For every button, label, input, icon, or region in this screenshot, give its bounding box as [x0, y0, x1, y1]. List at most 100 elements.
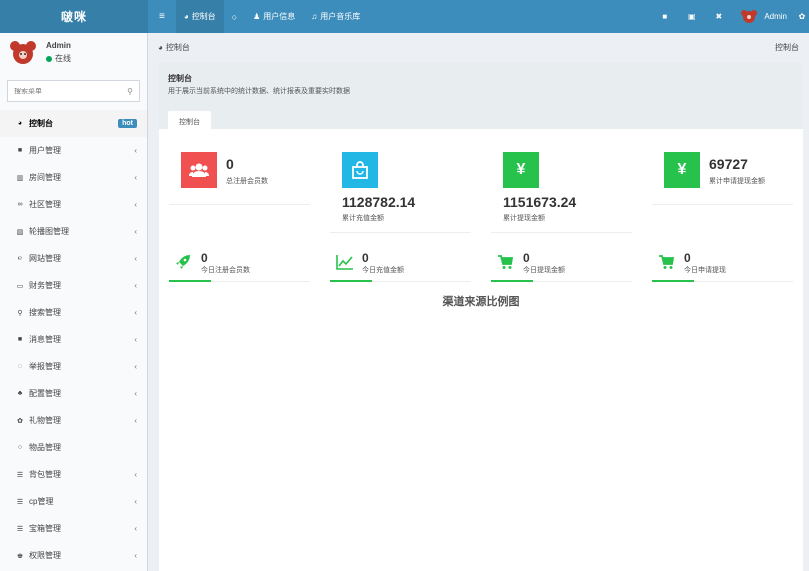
user-icon: ♟ — [253, 12, 261, 21]
chevron-left-icon: ‹ — [134, 497, 137, 506]
page-title: 控制台 — [168, 74, 192, 83]
chevron-left-icon: ‹ — [134, 551, 137, 560]
accent-underline — [169, 280, 211, 282]
today-stat-withdraw: 0 今日提现金额 — [481, 246, 642, 282]
today-stat-value: 0 — [523, 251, 530, 265]
page-description: 用于展示当前系统中的统计数据、统计报表及重要实时数据 — [168, 88, 350, 95]
trash-icon: ■ — [662, 12, 668, 21]
sidebar-item-messages[interactable]: ■ 消息管理 ‹ — [0, 326, 147, 353]
stats-row: 0 总注册会员数 1128782.14 累计充值金额 ¥ 1151673.24 … — [159, 152, 803, 234]
sidebar-user-name: Admin — [46, 41, 71, 50]
chevron-left-icon: ‹ — [134, 470, 137, 479]
breadcrumb: ◕ 控制台 控制台 — [148, 33, 809, 61]
hot-badge: hot — [118, 119, 137, 128]
search-icon[interactable]: ⚲ — [127, 87, 133, 96]
sidebar-item-website[interactable]: ℮ 网站管理 ‹ — [0, 245, 147, 272]
stat-label: 累计提现金额 — [503, 215, 545, 222]
sidebar-item-items[interactable]: ○ 物品管理 — [0, 434, 147, 461]
clear-cache-button[interactable]: ■ — [651, 0, 678, 33]
accent-underline — [491, 280, 533, 282]
top-right-tools: ■ ▣ ✖ Admin ✿ — [651, 0, 809, 33]
dashboard-icon: ◕ — [183, 12, 189, 21]
breadcrumb-right[interactable]: 控制台 — [775, 42, 799, 53]
cart-icon — [497, 254, 514, 273]
stat-value: 1151673.24 — [503, 194, 577, 210]
sidebar-item-gifts[interactable]: ✿ 礼物管理 ‹ — [0, 407, 147, 434]
top-nav: ≡ ◕ 控制台 ○ ♟ 用户信息 ♫ 用户音乐库 — [148, 0, 368, 33]
stat-label: 累计充值金额 — [342, 215, 384, 222]
sidebar: Admin 在线 ⚲ ◕ 控制台 hot ■ 用户管理 ‹ ▥ 房间管理 ‹ ∞… — [0, 33, 148, 571]
chevron-left-icon: ‹ — [134, 416, 137, 425]
top-navbar: 啵咪 ≡ ◕ 控制台 ○ ♟ 用户信息 ♫ 用户音乐库 ■ ▣ ✖ Admin … — [0, 0, 809, 33]
nav-refresh[interactable]: ○ — [224, 0, 245, 33]
group-icon: ♚ — [16, 552, 24, 560]
chevron-left-icon: ‹ — [134, 362, 137, 371]
today-stat-withdraw-requests: 0 今日申请提现 — [642, 246, 803, 282]
list-icon: ☰ — [16, 525, 24, 533]
today-stat-value: 0 — [684, 251, 691, 265]
sidebar-item-treasure[interactable]: ☰ 宝箱管理 ‹ — [0, 515, 147, 542]
sidebar-item-cp[interactable]: ☰ cp管理 ‹ — [0, 488, 147, 515]
sidebar-item-permissions[interactable]: ♚ 权限管理 ‹ — [0, 542, 147, 569]
flag-icon: ◌ — [17, 363, 23, 370]
nav-dashboard[interactable]: ◕ 控制台 — [175, 0, 224, 33]
sidebar-item-config[interactable]: ♣ 配置管理 ‹ — [0, 380, 147, 407]
sidebar-toggle-button[interactable]: ≡ — [148, 0, 176, 33]
nav-user-info[interactable]: ♟ 用户信息 — [245, 0, 303, 33]
stat-label: 总注册会员数 — [226, 178, 268, 185]
nav-user-music[interactable]: ♫ 用户音乐库 — [303, 0, 368, 33]
sidebar-item-search[interactable]: ⚲ 搜索管理 ‹ — [0, 299, 147, 326]
chevron-left-icon: ‹ — [134, 254, 137, 263]
stat-total-withdraw-requests: ¥ 69727 累计申请提现金额 — [642, 152, 803, 206]
search-icon: ⚲ — [17, 309, 23, 317]
money-icon: ▭ — [16, 282, 24, 290]
chevron-left-icon: ‹ — [134, 281, 137, 290]
online-status-icon — [46, 55, 52, 62]
chevron-left-icon: ‹ — [134, 524, 137, 533]
sidebar-item-dashboard[interactable]: ◕ 控制台 hot — [0, 110, 147, 137]
divider — [491, 232, 632, 233]
panel-header: 控制台 用于展示当前系统中的统计数据、统计报表及重要实时数据 控制台 — [159, 63, 803, 135]
gear-icon: ✿ — [798, 12, 806, 21]
sidebar-item-rooms[interactable]: ▥ 房间管理 ‹ — [0, 164, 147, 191]
cart-icon — [658, 254, 675, 273]
sidebar-item-users[interactable]: ■ 用户管理 ‹ — [0, 137, 147, 164]
today-stat-label: 今日申请提现 — [684, 267, 726, 274]
sidebar-item-reports[interactable]: ◌ 举报管理 ‹ — [0, 353, 147, 380]
stat-label: 累计申请提现金额 — [709, 178, 765, 185]
breadcrumb-current[interactable]: 控制台 — [166, 42, 190, 53]
sidebar-item-community[interactable]: ∞ 社区管理 ‹ — [0, 191, 147, 218]
binoculars-icon: ∞ — [17, 201, 23, 208]
stat-total-withdraw: ¥ 1151673.24 累计提现金额 — [481, 152, 642, 234]
fullscreen-button[interactable]: ✖ — [705, 0, 732, 33]
stat-total-members: 0 总注册会员数 — [159, 152, 320, 206]
stat-value: 1128782.14 — [342, 194, 416, 210]
stat-value: 69727 — [709, 156, 748, 172]
sidebar-user-status: 在线 — [46, 53, 71, 64]
refresh-icon: ○ — [231, 11, 238, 22]
line-chart-icon — [336, 254, 354, 273]
sidebar-menu: ◕ 控制台 hot ■ 用户管理 ‹ ▥ 房间管理 ‹ ∞ 社区管理 ‹ ▨ 轮… — [0, 110, 147, 569]
chevron-left-icon: ‹ — [134, 308, 137, 317]
sidebar-item-carousel[interactable]: ▨ 轮播图管理 ‹ — [0, 218, 147, 245]
stat-value: 0 — [226, 156, 234, 172]
yen-icon: ¥ — [503, 152, 539, 188]
accent-underline — [330, 280, 372, 282]
chevron-left-icon: ‹ — [134, 389, 137, 398]
sidebar-item-finance[interactable]: ▭ 财务管理 ‹ — [0, 272, 147, 299]
settings-button[interactable]: ✿ — [795, 0, 809, 33]
gift-icon: ✿ — [17, 417, 23, 425]
today-stat-label: 今日提现金额 — [523, 267, 565, 274]
chevron-left-icon: ‹ — [134, 173, 137, 182]
chart-title: 渠道来源比例图 — [442, 296, 520, 308]
ie-icon: ℮ — [17, 255, 23, 262]
user-card-icon: ■ — [17, 147, 23, 154]
sidebar-item-backpack[interactable]: ☰ 背包管理 ‹ — [0, 461, 147, 488]
user-menu[interactable]: Admin — [732, 0, 795, 33]
menu-search-input[interactable] — [14, 87, 128, 95]
multi-tab-button[interactable]: ▣ — [678, 0, 705, 33]
app-logo[interactable]: 啵咪 — [0, 0, 148, 33]
tab-dashboard[interactable]: 控制台 — [168, 111, 211, 135]
dashboard-icon: ◕ — [158, 42, 163, 52]
yen-icon: ¥ — [664, 152, 700, 188]
